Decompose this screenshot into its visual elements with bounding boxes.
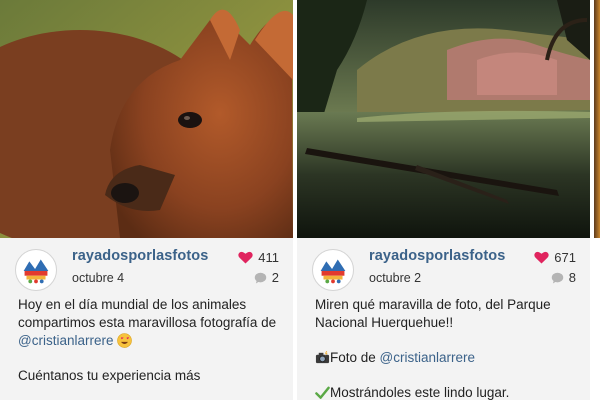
- comment-bubble-icon: [254, 272, 266, 284]
- avatar[interactable]: [15, 249, 57, 291]
- comments-counter[interactable]: 8: [551, 270, 576, 285]
- comments-counter[interactable]: 2: [254, 270, 279, 285]
- caption-text-continued: Cuéntanos tu experiencia más: [18, 368, 201, 383]
- post-meta: rayadosporlasfotos octubre 2 671 8 Miren…: [297, 238, 590, 400]
- caption-text: Miren qué maravilla de foto, del Parque …: [315, 297, 551, 330]
- post-date: octubre 4: [72, 271, 125, 285]
- heart-icon: [534, 251, 549, 264]
- likes-count: 411: [258, 250, 279, 265]
- next-post-photo-edge[interactable]: [594, 0, 600, 238]
- photo-feed: rayadosporlasfotos octubre 4 411 2 Hoy e…: [0, 0, 600, 400]
- post-caption: Hoy en el día mundial de los animales co…: [18, 296, 280, 385]
- post-photo-pudu-deer[interactable]: [0, 0, 293, 238]
- camera-with-flash-icon: [315, 350, 330, 364]
- smiling-face-with-heart-eyes-icon: [117, 333, 133, 348]
- likes-counter[interactable]: 671: [534, 250, 576, 265]
- caption-text-continued: Mostrándoles este lindo lugar.: [330, 385, 510, 400]
- heart-icon: [238, 251, 253, 264]
- check-mark-icon: [315, 386, 330, 399]
- caption-text: Hoy en el día mundial de los animales co…: [18, 297, 277, 330]
- comments-count: 2: [271, 270, 279, 285]
- post-date: octubre 2: [369, 271, 422, 285]
- post-card[interactable]: rayadosporlasfotos octubre 4 411 2 Hoy e…: [0, 0, 293, 400]
- post-caption: Miren qué maravilla de foto, del Parque …: [315, 296, 577, 400]
- username[interactable]: rayadosporlasfotos: [72, 248, 208, 264]
- caption-photo-credit-prefix: Foto de: [330, 350, 376, 365]
- mention-link[interactable]: @cristianlarrere: [18, 333, 113, 348]
- likes-count: 671: [554, 250, 576, 265]
- comments-count: 8: [568, 270, 576, 285]
- avatar[interactable]: [312, 249, 354, 291]
- comment-bubble-icon: [551, 272, 563, 284]
- username[interactable]: rayadosporlasfotos: [369, 248, 505, 264]
- likes-counter[interactable]: 411: [238, 250, 279, 265]
- post-photo-lake[interactable]: [297, 0, 590, 238]
- post-card[interactable]: rayadosporlasfotos octubre 2 671 8 Miren…: [297, 0, 590, 400]
- mention-link[interactable]: @cristianlarrere: [380, 350, 475, 365]
- post-meta: rayadosporlasfotos octubre 4 411 2 Hoy e…: [0, 238, 293, 400]
